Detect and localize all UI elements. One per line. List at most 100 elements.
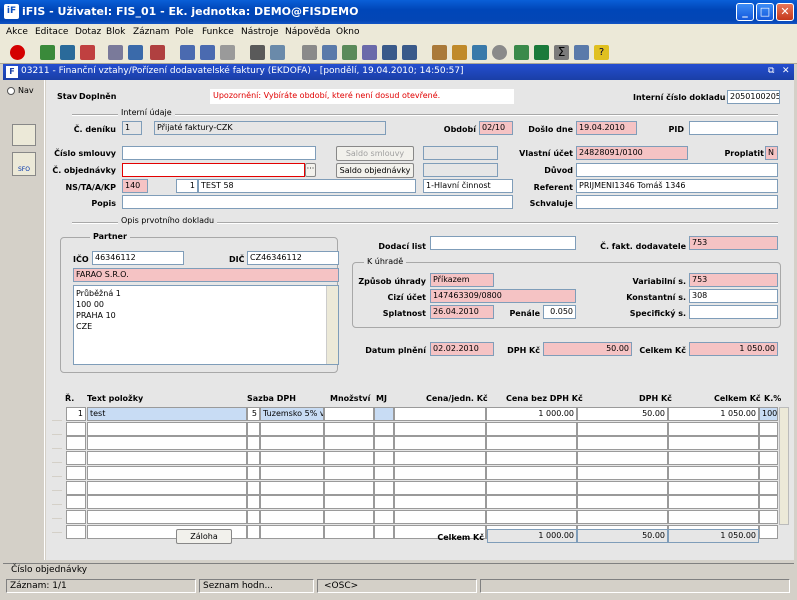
empty-cell[interactable]	[577, 465, 668, 480]
partner-name-field[interactable]: FARAO S.R.O.	[73, 268, 339, 282]
hand-icon[interactable]	[12, 124, 36, 146]
empty-cell[interactable]	[394, 480, 486, 495]
cell-dph[interactable]: 50.00	[577, 407, 668, 421]
empty-cell[interactable]	[324, 421, 374, 436]
sfo-icon[interactable]: SFO	[12, 152, 36, 176]
empty-cell[interactable]	[260, 436, 324, 451]
empty-cell[interactable]	[759, 509, 778, 524]
empty-cell[interactable]	[87, 480, 247, 495]
empty-cell[interactable]	[87, 436, 247, 451]
empty-cell[interactable]	[394, 495, 486, 510]
form-restore-icon[interactable]: ⧉	[768, 66, 774, 76]
help-icon[interactable]: ?	[594, 45, 609, 60]
empty-cell[interactable]	[66, 480, 86, 495]
cell-sazba[interactable]: 5	[247, 407, 260, 421]
zpusob-field[interactable]: Příkazem	[430, 273, 494, 287]
calculator-icon[interactable]	[514, 45, 529, 60]
empty-cell[interactable]	[324, 451, 374, 466]
konst-field[interactable]: 308	[689, 289, 778, 303]
filter-icon[interactable]	[220, 45, 235, 60]
splatnost-field[interactable]: 26.04.2010	[430, 305, 494, 319]
empty-cell[interactable]	[66, 524, 86, 539]
print-icon[interactable]	[250, 45, 265, 60]
empty-cell[interactable]	[247, 480, 260, 495]
list-icon[interactable]	[362, 45, 377, 60]
popis-field[interactable]	[122, 195, 513, 209]
empty-cell[interactable]	[486, 436, 577, 451]
empty-cell[interactable]	[577, 509, 668, 524]
columns-icon[interactable]	[382, 45, 397, 60]
save-icon[interactable]	[60, 45, 75, 60]
saldo-objednavky-button[interactable]: Saldo objednávky	[336, 163, 414, 178]
address-scrollbar[interactable]	[326, 286, 338, 364]
cislo-smlouvy-field[interactable]	[122, 146, 316, 160]
empty-cell[interactable]	[759, 480, 778, 495]
duvod-field[interactable]	[576, 163, 778, 177]
specif-field[interactable]	[689, 305, 778, 319]
empty-cell[interactable]	[324, 524, 374, 539]
empty-cell[interactable]	[394, 509, 486, 524]
dph-field[interactable]: 50.00	[543, 342, 632, 356]
minimize-button[interactable]: _	[736, 3, 754, 21]
saldo-smlouvy-button[interactable]: Saldo smlouvy	[336, 146, 414, 161]
empty-cell[interactable]	[486, 480, 577, 495]
empty-cell[interactable]	[759, 421, 778, 436]
menu-dotaz[interactable]: Dotaz	[75, 27, 101, 37]
celkem-field[interactable]: 1 050.00	[689, 342, 778, 356]
ta-field[interactable]: 1	[176, 179, 198, 193]
cell-cena-jedn[interactable]	[394, 407, 486, 421]
copy-icon[interactable]	[322, 45, 337, 60]
exit-icon[interactable]	[10, 45, 25, 60]
empty-cell[interactable]	[577, 480, 668, 495]
empty-cell[interactable]	[759, 451, 778, 466]
cell-mj[interactable]	[374, 407, 394, 421]
chart-icon[interactable]	[472, 45, 487, 60]
obdobi-field[interactable]: 02/10	[479, 121, 513, 135]
vlastni-ucet-field[interactable]: 24828091/0100	[576, 146, 688, 160]
close-button[interactable]: ✕	[776, 3, 794, 21]
empty-cell[interactable]	[394, 436, 486, 451]
empty-cell[interactable]	[87, 451, 247, 466]
cell-k[interactable]: 100	[759, 407, 778, 421]
empty-cell[interactable]	[759, 436, 778, 451]
paste-icon[interactable]	[342, 45, 357, 60]
empty-cell[interactable]	[247, 451, 260, 466]
first-record-icon[interactable]	[180, 45, 195, 60]
variab-field[interactable]: 753	[689, 273, 778, 287]
schvaluje-field[interactable]	[576, 195, 778, 209]
empty-cell[interactable]	[66, 436, 86, 451]
empty-cell[interactable]	[260, 480, 324, 495]
cizi-field[interactable]: 147463309/0800	[430, 289, 576, 303]
empty-cell[interactable]	[247, 509, 260, 524]
empty-cell[interactable]	[324, 480, 374, 495]
empty-cell[interactable]	[374, 465, 394, 480]
execute-query-icon[interactable]	[128, 45, 143, 60]
empty-cell[interactable]	[66, 495, 86, 510]
empty-cell[interactable]	[486, 451, 577, 466]
delete-record-icon[interactable]	[80, 45, 95, 60]
cell-sazba-text[interactable]: Tuzemsko 5% v	[260, 407, 324, 421]
empty-cell[interactable]	[247, 524, 260, 539]
cell-text[interactable]: test	[87, 407, 247, 421]
window-icon[interactable]	[574, 45, 589, 60]
empty-cell[interactable]	[324, 465, 374, 480]
zaloha-button[interactable]: Záloha	[176, 529, 232, 544]
enter-query-icon[interactable]	[108, 45, 123, 60]
empty-cell[interactable]	[66, 509, 86, 524]
empty-cell[interactable]	[759, 495, 778, 510]
cell-r[interactable]: 1	[66, 407, 86, 421]
grid-scrollbar[interactable]	[779, 407, 789, 525]
datum-plneni-field[interactable]: 02.02.2010	[430, 342, 494, 356]
empty-cell[interactable]	[87, 509, 247, 524]
a-field[interactable]: TEST 58	[198, 179, 416, 193]
referent-field[interactable]: PRIJMENI1346 Tomáš 1346	[576, 179, 778, 193]
partner-address[interactable]: Průběžná 1 100 00 PRAHA 10 CZE	[73, 285, 339, 365]
empty-cell[interactable]	[668, 465, 759, 480]
excel-icon[interactable]	[534, 45, 549, 60]
menu-blok[interactable]: Blok	[106, 27, 125, 37]
cell-celkem[interactable]: 1 050.00	[668, 407, 759, 421]
empty-cell[interactable]	[668, 451, 759, 466]
empty-cell[interactable]	[66, 421, 86, 436]
sort-icon[interactable]	[402, 45, 417, 60]
sum-icon[interactable]: Σ	[554, 45, 569, 60]
